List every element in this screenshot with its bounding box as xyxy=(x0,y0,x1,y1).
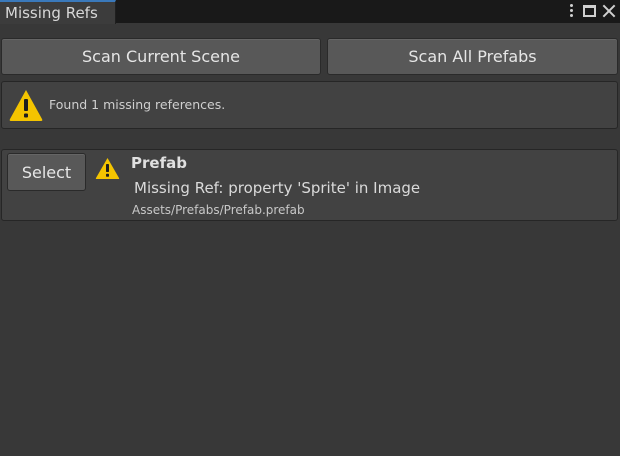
warning-icon xyxy=(9,90,43,121)
asset-path: Assets/Prefabs/Prefab.prefab xyxy=(132,203,305,217)
status-message: Found 1 missing references. xyxy=(49,97,226,112)
scan-all-prefabs-button[interactable]: Scan All Prefabs xyxy=(327,38,618,75)
window-controls xyxy=(567,2,616,20)
warning-icon xyxy=(95,158,120,179)
missing-refs-window: Missing Refs Scan Current Scene Scan All… xyxy=(0,0,620,456)
tab-missing-refs[interactable]: Missing Refs xyxy=(0,0,116,24)
object-name: Prefab xyxy=(131,154,187,172)
scan-current-scene-button[interactable]: Scan Current Scene xyxy=(1,38,321,75)
missing-ref-detail: Missing Ref: property 'Sprite' in Image xyxy=(134,179,421,197)
status-helpbox: Found 1 missing references. xyxy=(1,81,618,129)
kebab-menu-icon[interactable] xyxy=(567,4,577,18)
select-button[interactable]: Select xyxy=(7,153,86,191)
tab-bar: Missing Refs xyxy=(0,0,620,24)
close-icon[interactable] xyxy=(602,4,616,18)
maximize-icon[interactable] xyxy=(583,5,596,17)
result-item: Select Prefab Missing Ref: property 'Spr… xyxy=(1,149,618,221)
